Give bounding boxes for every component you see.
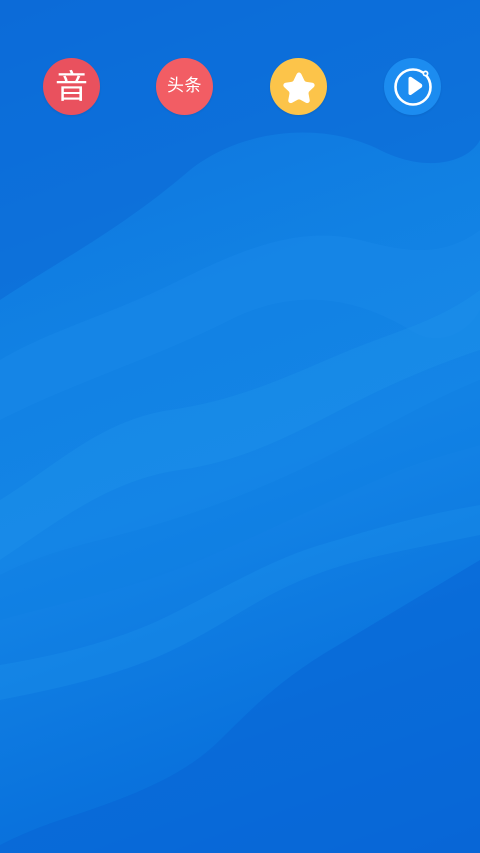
app-icon-row: 音 头条 <box>0 58 480 116</box>
home-screen-wallpaper: 音 头条 <box>0 0 480 853</box>
favorites-app-icon[interactable] <box>270 58 327 115</box>
wallpaper-texture <box>0 0 480 853</box>
star-icon <box>282 72 315 103</box>
music-app-icon[interactable]: 音 <box>43 58 100 115</box>
music-character-icon: 音 <box>55 67 88 106</box>
toutiao-text-icon: 头条 <box>167 76 202 96</box>
play-ring-icon <box>393 67 432 106</box>
toutiao-app-icon[interactable]: 头条 <box>156 58 213 115</box>
video-app-icon[interactable] <box>384 58 441 115</box>
